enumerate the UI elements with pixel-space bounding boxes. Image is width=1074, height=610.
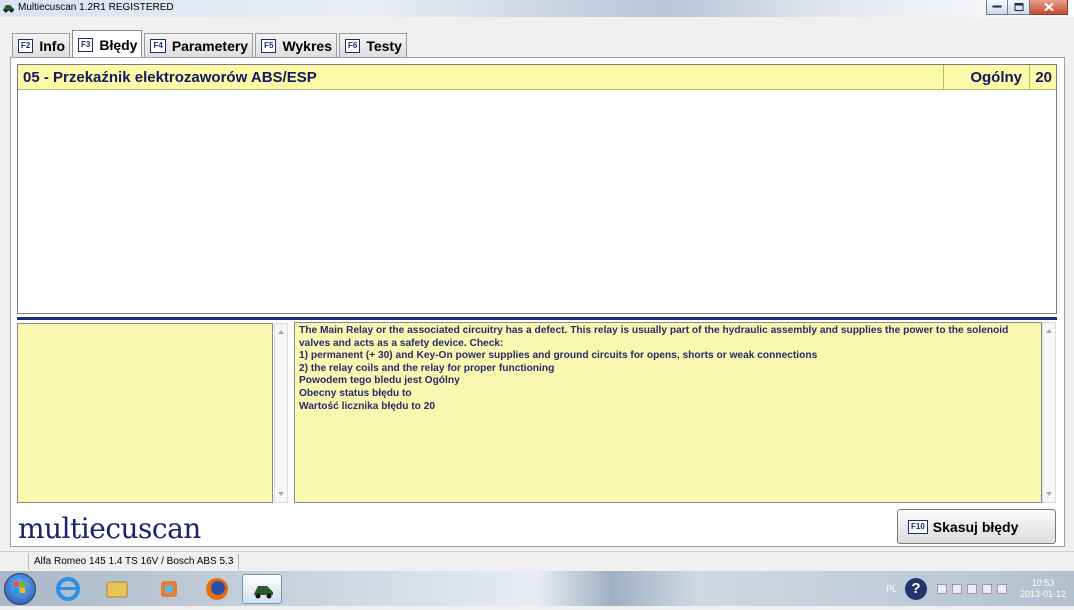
tab-info-key: F2 [18, 38, 34, 53]
status-bar: Alfa Romeo 145 1.4 TS 16V / Bosch ABS 5.… [0, 551, 1074, 571]
tray-clock[interactable]: 10:53 2013-01-12 [1020, 578, 1066, 600]
ie-taskbar-button[interactable] [48, 574, 88, 604]
clock-time: 10:53 [1031, 577, 1055, 588]
network-icon[interactable] [981, 583, 992, 594]
tab-testy-key: F6 [345, 38, 361, 53]
car-icon [254, 586, 273, 599]
language-indicator[interactable]: PL [886, 584, 897, 594]
maximize-icon [1014, 3, 1023, 11]
clear-errors-key: F10 [908, 519, 928, 534]
vehicle-status: Alfa Romeo 145 1.4 TS 16V / Bosch ABS 5.… [28, 554, 240, 570]
tab-wykres-label: Wykres [282, 37, 332, 54]
tab-parametery-key: F4 [150, 38, 166, 53]
clear-errors-label: Skasuj błędy [932, 518, 1019, 535]
media-taskbar-button[interactable] [149, 574, 189, 604]
window-controls [986, 0, 1068, 16]
tab-wykres[interactable]: F5 Wykres [255, 33, 337, 57]
explorer-taskbar-button[interactable] [97, 574, 137, 604]
fault-list: 05 - Przekaźnik elektrozaworów ABS/ESP O… [17, 64, 1057, 314]
firefox-icon [206, 578, 228, 600]
help-icon[interactable]: ? [904, 577, 927, 600]
volume-icon[interactable] [996, 583, 1007, 594]
app-icon [3, 5, 14, 13]
fault-name: 05 - Przekaźnik elektrozaworów ABS/ESP [23, 69, 317, 86]
tab-bledy-key: F3 [78, 37, 94, 52]
tab-bledy-label: Błędy [99, 36, 138, 53]
description-line: 1) permanent (+ 30) and Key-On power sup… [299, 350, 818, 362]
fault-count: 20 [1035, 69, 1052, 86]
close-button[interactable] [1030, 0, 1068, 15]
taskbar: PL ? 10:53 2013-01-12 [0, 571, 1074, 606]
description-line: Powodem tego bledu jest Ogólny [299, 375, 460, 387]
section-divider [17, 317, 1057, 320]
tray-arrow-icon[interactable] [936, 583, 947, 594]
scroll-down-arrow-icon[interactable] [1046, 492, 1052, 496]
description-line: Wartość licznika błędu to 20 [299, 400, 436, 412]
window-title: Multiecuscan 1.2R1 REGISTERED [18, 2, 174, 13]
title-bar: Multiecuscan 1.2R1 REGISTERED [0, 0, 1074, 17]
maximize-button[interactable] [1008, 0, 1030, 15]
scroll-up-arrow-icon[interactable] [278, 330, 284, 334]
action-center-icon[interactable] [951, 583, 962, 594]
tab-bar: F2 Info F3 Błędy F4 Parametery F5 Wykres… [12, 30, 409, 58]
scroll-up-arrow-icon[interactable] [1046, 329, 1052, 333]
tab-parametery-label: Parametery [171, 37, 249, 54]
firefox-taskbar-button[interactable] [197, 574, 237, 604]
internet-explorer-icon [56, 577, 80, 601]
tab-testy-label: Testy [366, 37, 402, 54]
minimize-icon [992, 5, 1002, 8]
description-line: 2) the relay coils and the relay for pro… [299, 362, 555, 374]
description-line: The Main Relay or the associated circuit… [299, 325, 1009, 336]
multiecuscan-taskbar-button[interactable] [242, 574, 282, 604]
start-button[interactable] [4, 573, 36, 605]
minimize-button[interactable] [986, 0, 1008, 15]
media-player-icon [161, 581, 177, 597]
tab-info[interactable]: F2 Info [12, 33, 70, 57]
fault-category-cell: Ogólny [943, 65, 1029, 89]
description-line: valves and acts as a safety device. Chec… [299, 337, 504, 349]
fault-description: The Main Relay or the associated circuit… [294, 322, 1042, 503]
fault-row[interactable]: 05 - Przekaźnik elektrozaworów ABS/ESP O… [18, 65, 1056, 90]
folder-icon [106, 581, 128, 598]
scroll-down-arrow-icon[interactable] [278, 492, 284, 496]
clock-date: 2013-01-12 [1019, 588, 1066, 599]
freeze-frame-box [17, 323, 273, 503]
tab-wykres-key: F5 [261, 38, 277, 53]
power-icon[interactable] [966, 583, 977, 594]
tab-bledy[interactable]: F3 Błędy [72, 30, 143, 58]
fault-category: Ogólny [970, 69, 1022, 86]
description-line: Obecny status błędu to [299, 387, 412, 399]
multiecuscan-logo: multiecuscan [18, 512, 201, 545]
close-icon [1043, 2, 1054, 12]
system-tray: PL ? 10:53 2013-01-12 [886, 571, 1066, 606]
windows-logo-icon [14, 582, 25, 593]
tab-testy[interactable]: F6 Testy [339, 33, 407, 57]
fault-count-cell: 20 [1029, 65, 1056, 89]
clear-errors-button[interactable]: F10 Skasuj błędy [897, 509, 1056, 544]
tab-parametery[interactable]: F4 Parametery [144, 33, 254, 57]
tab-info-label: Info [39, 37, 65, 54]
description-scrollbar[interactable] [1042, 322, 1056, 503]
freeze-frame-scrollbar[interactable] [274, 323, 288, 503]
